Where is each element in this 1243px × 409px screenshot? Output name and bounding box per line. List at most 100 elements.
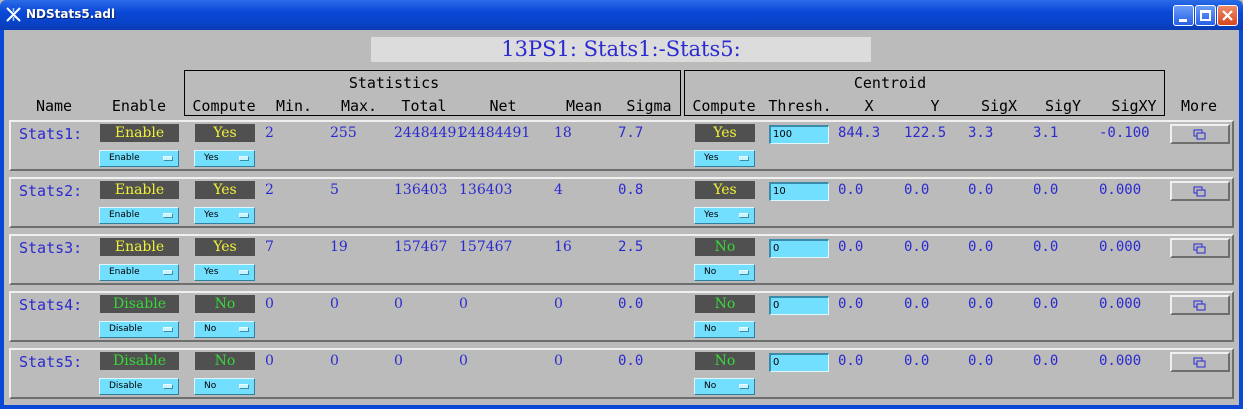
menu-arrow-icon <box>739 270 749 275</box>
threshold-input[interactable]: 10 <box>769 182 829 201</box>
stat-compute-readback: Yes <box>195 124 255 142</box>
more-button[interactable] <box>1170 295 1230 315</box>
col-header-y: Y <box>930 97 940 115</box>
window-title: NDStats5.adl <box>26 7 116 21</box>
menu-arrow-icon <box>163 270 173 275</box>
sigy-value: 0.0 <box>1033 182 1059 198</box>
stat-compute-menu[interactable]: Yes <box>194 264 255 281</box>
cent-compute-menu-label: Yes <box>704 153 719 163</box>
cent-compute-menu-label: No <box>704 381 717 391</box>
stats-row: Stats2: Enable Enable Yes Yes 2 5 136403… <box>9 177 1234 228</box>
cent-compute-menu[interactable]: No <box>694 321 755 338</box>
more-button[interactable] <box>1170 124 1230 144</box>
stat-compute-menu[interactable]: Yes <box>194 207 255 224</box>
centroid-y-value: 0.0 <box>904 239 930 255</box>
enable-readback: Enable <box>100 238 179 256</box>
more-button[interactable] <box>1170 181 1230 201</box>
sigxy-value: 0.000 <box>1099 182 1142 198</box>
window-frame-right <box>1239 30 1243 409</box>
net-value: 157467 <box>459 239 513 255</box>
menu-arrow-icon <box>239 327 249 332</box>
minimize-button[interactable] <box>1173 5 1194 26</box>
cent-compute-menu[interactable]: Yes <box>694 150 755 167</box>
threshold-input[interactable]: 0 <box>769 239 829 258</box>
centroid-x-value: 0.0 <box>838 182 864 198</box>
enable-readback: Enable <box>100 181 179 199</box>
centroid-group-title: Centroid <box>853 74 927 92</box>
sigma-value: 0.0 <box>618 353 644 369</box>
cent-compute-readback: Yes <box>695 181 755 199</box>
cent-compute-menu[interactable]: No <box>694 264 755 281</box>
menu-arrow-icon <box>163 213 173 218</box>
stat-compute-menu-label: No <box>204 381 217 391</box>
close-icon <box>1222 10 1233 21</box>
centroid-y-value: 0.0 <box>904 296 930 312</box>
close-button[interactable] <box>1217 5 1238 26</box>
title-bar[interactable]: NDStats5.adl <box>0 0 1243 30</box>
sigy-value: 0.0 <box>1033 353 1059 369</box>
enable-menu[interactable]: Disable <box>99 378 179 395</box>
menu-arrow-icon <box>239 213 249 218</box>
maximize-button[interactable] <box>1195 5 1216 26</box>
menu-arrow-icon <box>163 384 173 389</box>
stat-compute-readback: Yes <box>195 181 255 199</box>
enable-menu[interactable]: Enable <box>99 207 179 224</box>
stats-row: Stats3: Enable Enable Yes Yes 7 19 15746… <box>9 234 1234 285</box>
mean-value: 4 <box>554 182 563 198</box>
minimize-icon <box>1179 19 1187 22</box>
more-button[interactable] <box>1170 238 1230 258</box>
cent-compute-menu[interactable]: Yes <box>694 207 755 224</box>
related-display-icon <box>1193 300 1206 311</box>
col-header-thresh: Thresh. <box>768 97 832 115</box>
col-header-net: Net <box>489 97 517 115</box>
stats-row: Stats4: Disable Disable No No 0 0 0 0 0 … <box>9 291 1234 342</box>
total-value: 24484491 <box>394 125 466 141</box>
col-header-cent-compute: Compute <box>692 97 756 115</box>
enable-readback: Disable <box>100 352 179 370</box>
cent-compute-menu-label: Yes <box>704 210 719 220</box>
window-frame-bottom <box>0 405 1243 409</box>
cent-compute-menu-label: No <box>704 324 717 334</box>
sigy-value: 3.1 <box>1033 125 1059 141</box>
stat-compute-menu[interactable]: No <box>194 321 255 338</box>
max-value: 19 <box>330 239 348 255</box>
enable-readback: Enable <box>100 124 179 142</box>
stat-compute-menu-label: No <box>204 324 217 334</box>
enable-menu[interactable]: Disable <box>99 321 179 338</box>
col-header-min: Min. <box>275 97 313 115</box>
related-display-icon <box>1193 129 1206 140</box>
maximize-icon <box>1200 10 1211 21</box>
sigxy-value: -0.100 <box>1099 125 1150 141</box>
sigx-value: 3.3 <box>968 125 994 141</box>
menu-arrow-icon <box>239 384 249 389</box>
enable-menu-label: Disable <box>109 381 143 391</box>
net-value: 0 <box>459 296 468 312</box>
stat-compute-menu-label: Yes <box>204 267 219 277</box>
more-button[interactable] <box>1170 352 1230 372</box>
enable-menu[interactable]: Enable <box>99 264 179 281</box>
sigxy-value: 0.000 <box>1099 353 1142 369</box>
net-value: 24484491 <box>459 125 531 141</box>
cent-compute-menu[interactable]: No <box>694 378 755 395</box>
enable-menu-label: Enable <box>109 210 140 220</box>
total-value: 0 <box>394 296 403 312</box>
sigxy-value: 0.000 <box>1099 296 1142 312</box>
col-header-sigy: SigY <box>1044 97 1082 115</box>
sigx-value: 0.0 <box>968 353 994 369</box>
threshold-input[interactable]: 0 <box>769 353 829 372</box>
stat-compute-menu[interactable]: Yes <box>194 150 255 167</box>
stat-compute-menu[interactable]: No <box>194 378 255 395</box>
threshold-input[interactable]: 100 <box>769 125 829 144</box>
sigma-value: 2.5 <box>618 239 644 255</box>
menu-arrow-icon <box>739 384 749 389</box>
min-value: 2 <box>265 182 274 198</box>
enable-menu[interactable]: Enable <box>99 150 179 167</box>
sigx-value: 0.0 <box>968 182 994 198</box>
related-display-icon <box>1193 186 1206 197</box>
stat-compute-readback: No <box>195 295 255 313</box>
total-value: 157467 <box>394 239 448 255</box>
sigx-value: 0.0 <box>968 296 994 312</box>
threshold-input[interactable]: 0 <box>769 296 829 315</box>
centroid-y-value: 0.0 <box>904 353 930 369</box>
col-header-sigma: Sigma <box>626 97 672 115</box>
